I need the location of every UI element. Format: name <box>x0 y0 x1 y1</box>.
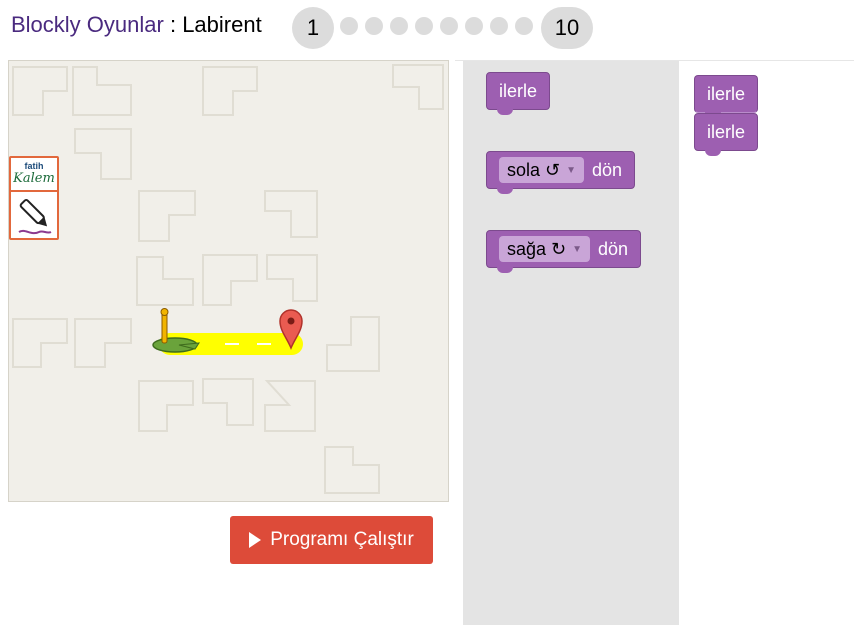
program-workspace[interactable]: ilerle ilerle <box>679 61 854 625</box>
level-1-button[interactable]: 1 <box>292 7 334 49</box>
block-toolbox: ilerle sola ↺ ▼ dön sağa ↻ ▼ dön <box>463 61 679 625</box>
level-2-dot[interactable] <box>340 17 358 35</box>
page-title: Blockly Oyunlar : Labirent <box>11 12 262 38</box>
toolbox-turn-left-block[interactable]: sola ↺ ▼ dön <box>486 151 636 194</box>
block-label: ilerle <box>499 80 538 101</box>
block-label: dön <box>592 159 623 180</box>
title-separator: : <box>163 12 183 37</box>
level-8-dot[interactable] <box>490 17 508 35</box>
brand-link[interactable]: Blockly Oyunlar <box>11 12 164 37</box>
goal-marker-icon <box>279 309 303 350</box>
block-label: dön <box>598 238 629 259</box>
workspace-move-forward-block[interactable]: ilerle <box>694 113 759 156</box>
fatih-kalem-panel[interactable]: fatih Kalem <box>9 156 59 240</box>
play-icon <box>249 532 262 548</box>
header: Blockly Oyunlar : Labirent 1 10 <box>0 0 854 60</box>
run-program-button[interactable]: Programı Çalıştır <box>230 516 433 564</box>
level-6-dot[interactable] <box>440 17 458 35</box>
dropdown-arrow-icon: ▼ <box>572 243 583 255</box>
pen-icon[interactable] <box>11 194 57 238</box>
run-program-label: Programı Çalıştır <box>270 529 414 550</box>
toolbox-move-forward-block[interactable]: ilerle <box>486 72 551 115</box>
level-4-dot[interactable] <box>390 17 408 35</box>
block-label: ilerle <box>707 121 746 142</box>
maze-canvas <box>8 60 449 502</box>
block-label: ilerle <box>707 83 746 104</box>
turn-direction-dropdown[interactable]: sağa ↻ ▼ <box>499 236 591 262</box>
workspace-move-forward-block[interactable]: ilerle <box>694 75 759 118</box>
turn-direction-dropdown[interactable]: sola ↺ ▼ <box>499 157 585 183</box>
fatih-kalem-logo: fatih Kalem <box>11 158 57 192</box>
level-5-dot[interactable] <box>415 17 433 35</box>
level-9-dot[interactable] <box>515 17 533 35</box>
pegman-icon <box>152 308 201 353</box>
page-name: Labirent <box>182 12 262 37</box>
level-7-dot[interactable] <box>465 17 483 35</box>
maze-background <box>12 64 444 494</box>
toolbox-turn-right-block[interactable]: sağa ↻ ▼ dön <box>486 230 642 273</box>
level-10-button[interactable]: 10 <box>541 7 593 49</box>
dropdown-arrow-icon: ▼ <box>566 164 577 176</box>
level-3-dot[interactable] <box>365 17 383 35</box>
